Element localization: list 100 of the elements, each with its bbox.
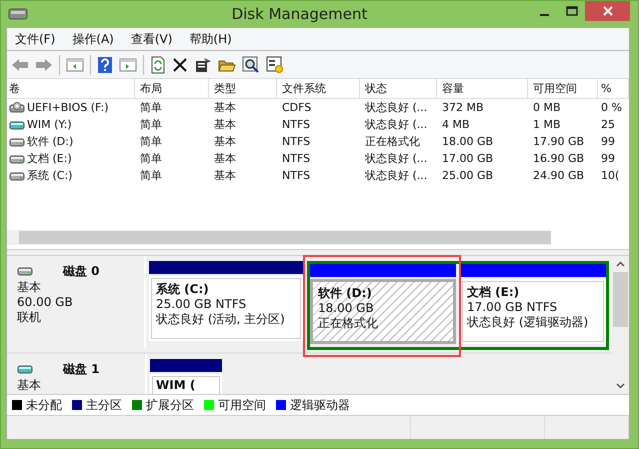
scroll-up-icon[interactable] [616,261,625,267]
partition-name: 文档 (E:) [467,285,520,300]
table-cell-text: 简单 [139,151,163,167]
disk-name: 磁盘 0 [63,262,100,280]
drive-icon [9,118,25,130]
disk-drive-icon [8,6,28,22]
table-cell-text: 正在格式化 [364,134,421,150]
table-cell-text: 1 MB [532,117,562,133]
disk-type: 基本 [17,378,42,393]
table-cell-text: 16.90 GB [532,151,586,167]
help-icon[interactable] [97,56,113,74]
settings-icon[interactable] [266,56,284,74]
window-title: Disk Management [230,4,368,22]
partition-size: 18.00 GB [318,301,375,316]
table-cell-text: 基本 [213,100,237,116]
partition-box[interactable]: 文档 (E:) 17.00 GB NTFS 状态良好 (逻辑驱动器) [460,279,606,344]
legend-label: 可用空间 [218,396,266,414]
menu-item[interactable]: 查看(V) [130,30,172,48]
close-icon [602,6,612,16]
volume-name: WIM (Y:) [27,117,72,133]
volume-name: 系统 (C:) [27,168,72,184]
minimize-icon [540,14,549,16]
table-cell-text: 状态良好 (... [364,151,428,167]
table-cell-text: 基本 [213,134,237,150]
table-cell-text: 0 MB [532,100,562,116]
disk-size: 60.00 GB [17,295,74,310]
column-header[interactable]: 可用空间 [528,79,598,98]
partition-box[interactable]: 系统 (C:) 25.00 GB NTFS 状态良好 (活动, 主分区) [149,276,303,341]
table-cell-text: 0 % [600,100,623,116]
table-cell-text: 25.00 GB [441,168,494,184]
drive-icon [9,152,25,164]
partition-size: 25.00 GB NTFS [156,297,248,312]
column-header[interactable]: 文件系统 [277,79,360,98]
column-header[interactable]: 类型 [209,79,277,98]
table-cell-text: 状态良好 (... [364,100,428,116]
menu-item[interactable]: 操作(A) [72,30,114,48]
table-cell-text: 简单 [139,100,163,116]
partition-bar [150,359,222,372]
maximize-icon [566,6,578,16]
drive-icon [9,170,25,182]
partition-box[interactable]: 软件 (D:) 18.00 GB 正在格式化 [310,279,456,344]
table-cell-text: 10( [600,168,620,184]
forward-arrow-icon[interactable] [35,56,53,72]
volume-name: UEFI+BIOS (F:) [27,100,108,116]
back-arrow-icon[interactable] [11,56,29,72]
partition-name: 系统 (C:) [156,282,210,297]
menu-item[interactable]: 帮助(H) [189,30,232,48]
partition-status: 正在格式化 [318,316,379,331]
table-cell-text: 简单 [139,134,163,150]
table-cell-text: 简单 [139,168,163,184]
menu-item[interactable]: 文件(F) [15,30,56,48]
column-header[interactable]: % [598,79,629,98]
table-cell-text: NTFS [281,134,312,150]
panel-icon[interactable] [119,56,137,72]
volume-name: 软件 (D:) [27,134,74,150]
disk-type: 基本 [17,280,42,295]
table-cell-text: CDFS [281,100,312,116]
table-cell-text: 状态良好 (... [364,168,428,184]
drive-icon [9,136,25,148]
table-cell-text: 4 MB [441,117,471,133]
column-header[interactable]: 布局 [135,79,209,98]
legend-label: 主分区 [86,396,122,414]
partition-status: 状态良好 (逻辑驱动器) [467,315,590,330]
column-header[interactable]: 容量 [437,79,528,98]
partition-name: 软件 (D:) [318,286,373,301]
table-cell-text: 17.00 GB [441,151,494,167]
table-cell-text: NTFS [281,168,312,184]
table-cell-text: 99 [600,151,616,167]
table-cell-text: 99 [600,134,616,150]
volume-name: 文档 (E:) [27,151,72,167]
table-cell-text: 基本 [213,117,237,133]
table-cell-text: NTFS [281,151,312,167]
table-cell-text: 372 MB [441,100,485,116]
table-cell-text: 简单 [139,117,163,133]
magnifier-icon[interactable] [242,56,260,74]
column-header[interactable]: 状态 [360,79,437,98]
refresh-icon[interactable] [150,56,166,74]
table-cell-text: 18.00 GB [441,134,494,150]
table-cell-text: 基本 [213,151,237,167]
delete-icon[interactable] [172,56,188,72]
properties-icon[interactable] [194,56,212,72]
legend-label: 未分配 [26,396,62,414]
table-cell-text: 17.90 GB [532,134,586,150]
partition-status: 状态良好 (活动, 主分区) [156,312,286,327]
table-cell-text: 24.90 GB [532,168,586,184]
partition-size: 17.00 GB NTFS [467,300,558,315]
partition-box[interactable]: WIM ( [150,374,222,394]
scroll-down-icon[interactable] [616,383,625,389]
table-cell-text: 25 [600,117,616,133]
column-header[interactable]: 卷 [7,79,135,98]
table-cell-text: 基本 [213,168,237,184]
drive-icon [17,363,33,375]
drive-icon [17,265,33,277]
horizontal-scrollbar[interactable] [7,230,551,245]
table-cell-text: NTFS [281,117,312,133]
close-button[interactable] [585,1,630,21]
legend-label: 逻辑驱动器 [290,396,350,414]
panel-icon[interactable] [66,56,84,72]
disk-name: 磁盘 1 [63,360,100,378]
disk-status: 联机 [17,310,42,325]
